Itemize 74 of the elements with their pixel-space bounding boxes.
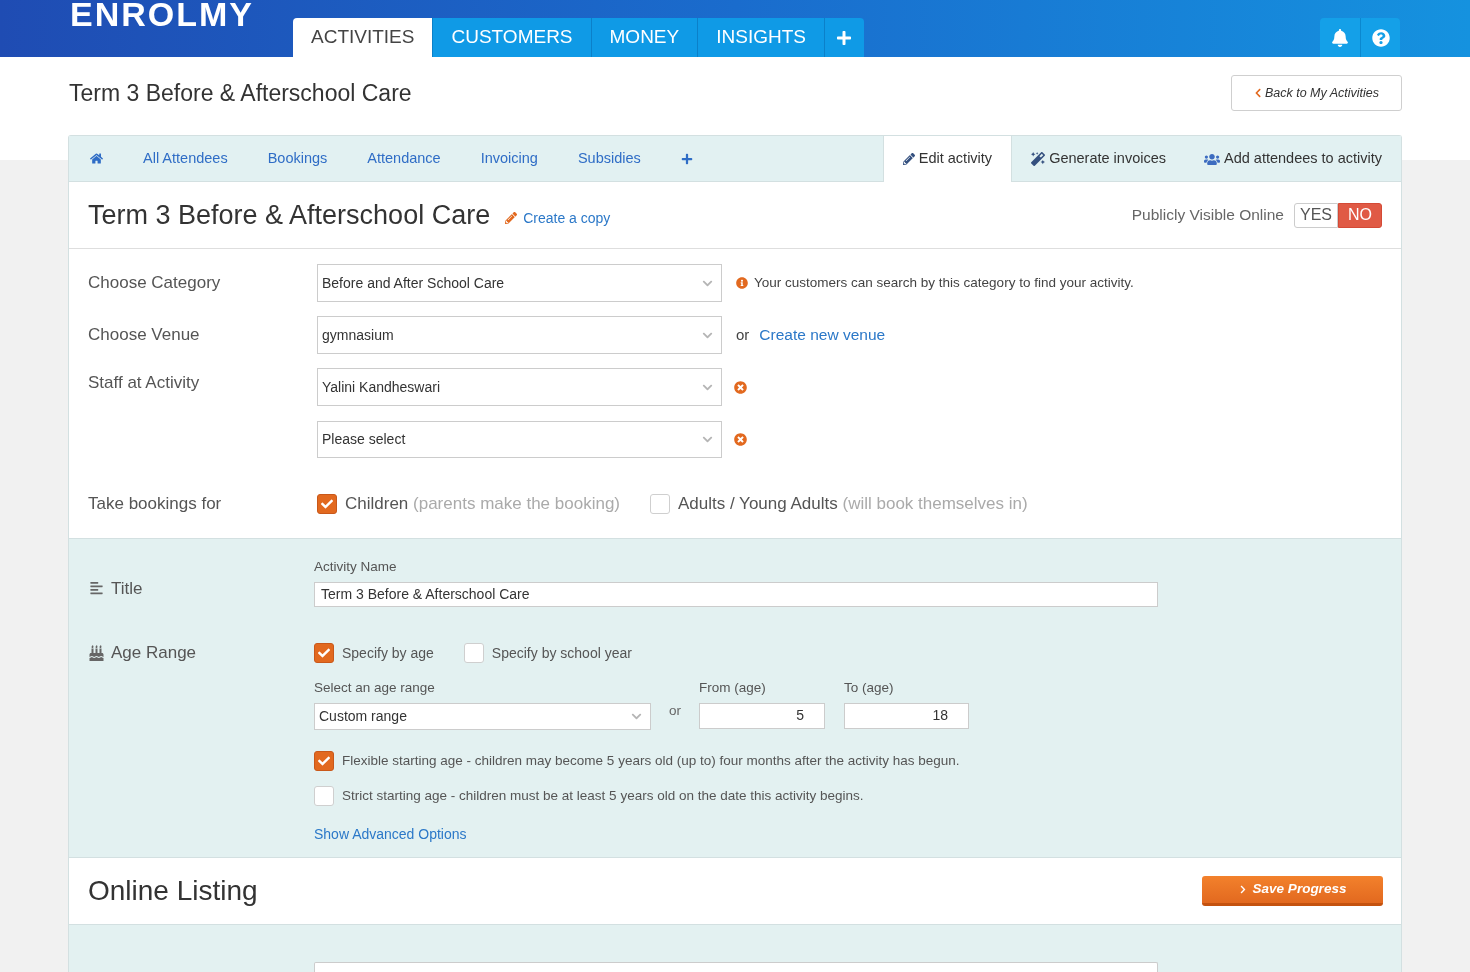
field-label: Activity Name [314,557,398,576]
option-label: Children (parents make the booking) [345,493,620,515]
check-icon [318,754,330,767]
create-venue-link[interactable]: Create new venue [759,323,886,347]
number-field[interactable]: 5 [699,702,825,729]
chevron-right-icon [1238,885,1247,894]
option-label: Strict starting age - children must be at least 5 years old on the date this activity begins. [342,786,864,805]
users-icon [1204,151,1220,167]
field-label: To (age) [844,678,895,697]
dropdown[interactable]: gymnasium [317,316,722,354]
number-field[interactable]: 18 [844,702,969,729]
back-button[interactable]: Back to My Activities [1231,75,1402,111]
section-tab[interactable]: Subsidies [557,136,661,181]
cake-icon [88,644,105,661]
section-tab[interactable]: All Attendees [123,136,248,181]
section-tab[interactable]: Attendance [347,136,461,181]
notifications-button[interactable] [1320,18,1360,57]
advanced-options-link[interactable]: Show Advanced Options [314,824,467,845]
field-label: From (age) [699,678,767,697]
checkbox[interactable] [314,750,334,771]
field-label: Select an age range [314,678,436,697]
help-button[interactable] [1360,18,1400,57]
check-icon [318,647,330,659]
option-label: Adults / Young Adults (will book themselves in) [678,493,1028,515]
bell-icon [1331,28,1349,47]
create-copy-link[interactable]: Create a copy [523,207,611,229]
help-icon [1371,28,1390,47]
option-label: Specify by school year [491,643,632,663]
pencil-icon [505,212,518,224]
checkbox[interactable] [317,493,337,514]
option-label: Specify by age [342,643,434,663]
plus-icon [680,152,693,165]
or-text: or [669,701,681,720]
text-lines-icon [88,581,105,596]
plus-icon [836,29,853,46]
option-label: Flexible starting age - children may become 5 years old (up to) four months after the activity has begun. [342,751,960,770]
section-label: Title [111,577,143,600]
dropdown[interactable]: Before and After School Care [317,264,722,302]
remove-icon[interactable] [734,380,747,394]
activity-title: Term 3 Before & Afterschool Care [88,198,491,232]
field-label: Choose Venue [88,324,201,347]
caret-icon [702,434,713,445]
toggle-option[interactable]: NO [1338,202,1382,228]
logo: ENROLMY [70,0,255,28]
or-text: or [736,324,750,345]
field-label: Staff at Activity [88,372,201,394]
hint-text: Your customers can search by this category to find your activity. [754,273,1134,292]
nav-tab[interactable]: ACTIVITIES [293,18,433,57]
dropdown[interactable]: Custom range [314,702,651,730]
magic-wand-icon [1031,152,1046,166]
page-title: Term 3 Before & Afterschool Care [68,78,412,108]
dropdown[interactable]: Yalini Kandheswari [317,368,722,406]
chevron-left-icon [1253,88,1262,98]
section-title: Online Listing [88,874,258,908]
info-icon [736,277,748,289]
action-tab[interactable]: Edit activity [882,136,1013,182]
home-icon [90,152,103,165]
pencil-icon [902,153,915,165]
action-tab[interactable]: Add attendees to activity [1185,136,1401,182]
visibility-label: Publicly Visible Online [1131,205,1284,226]
toggle-option[interactable]: YES [1294,202,1338,228]
field-label: Take bookings for [88,493,223,515]
remove-icon[interactable] [734,432,747,446]
text-field[interactable] [314,962,1158,972]
field-label: Choose Category [88,272,222,295]
text-field[interactable]: Term 3 Before & Afterschool Care [314,581,1158,607]
section-tab[interactable]: Bookings [247,136,348,181]
add-tab[interactable] [823,18,864,57]
section-label: Age Range [111,641,197,664]
section-tab[interactable]: Invoicing [460,136,558,181]
checkbox[interactable] [314,643,334,663]
action-tab[interactable]: Generate invoices [1012,136,1185,182]
check-icon [321,497,333,510]
dropdown[interactable]: Please select [317,421,722,458]
